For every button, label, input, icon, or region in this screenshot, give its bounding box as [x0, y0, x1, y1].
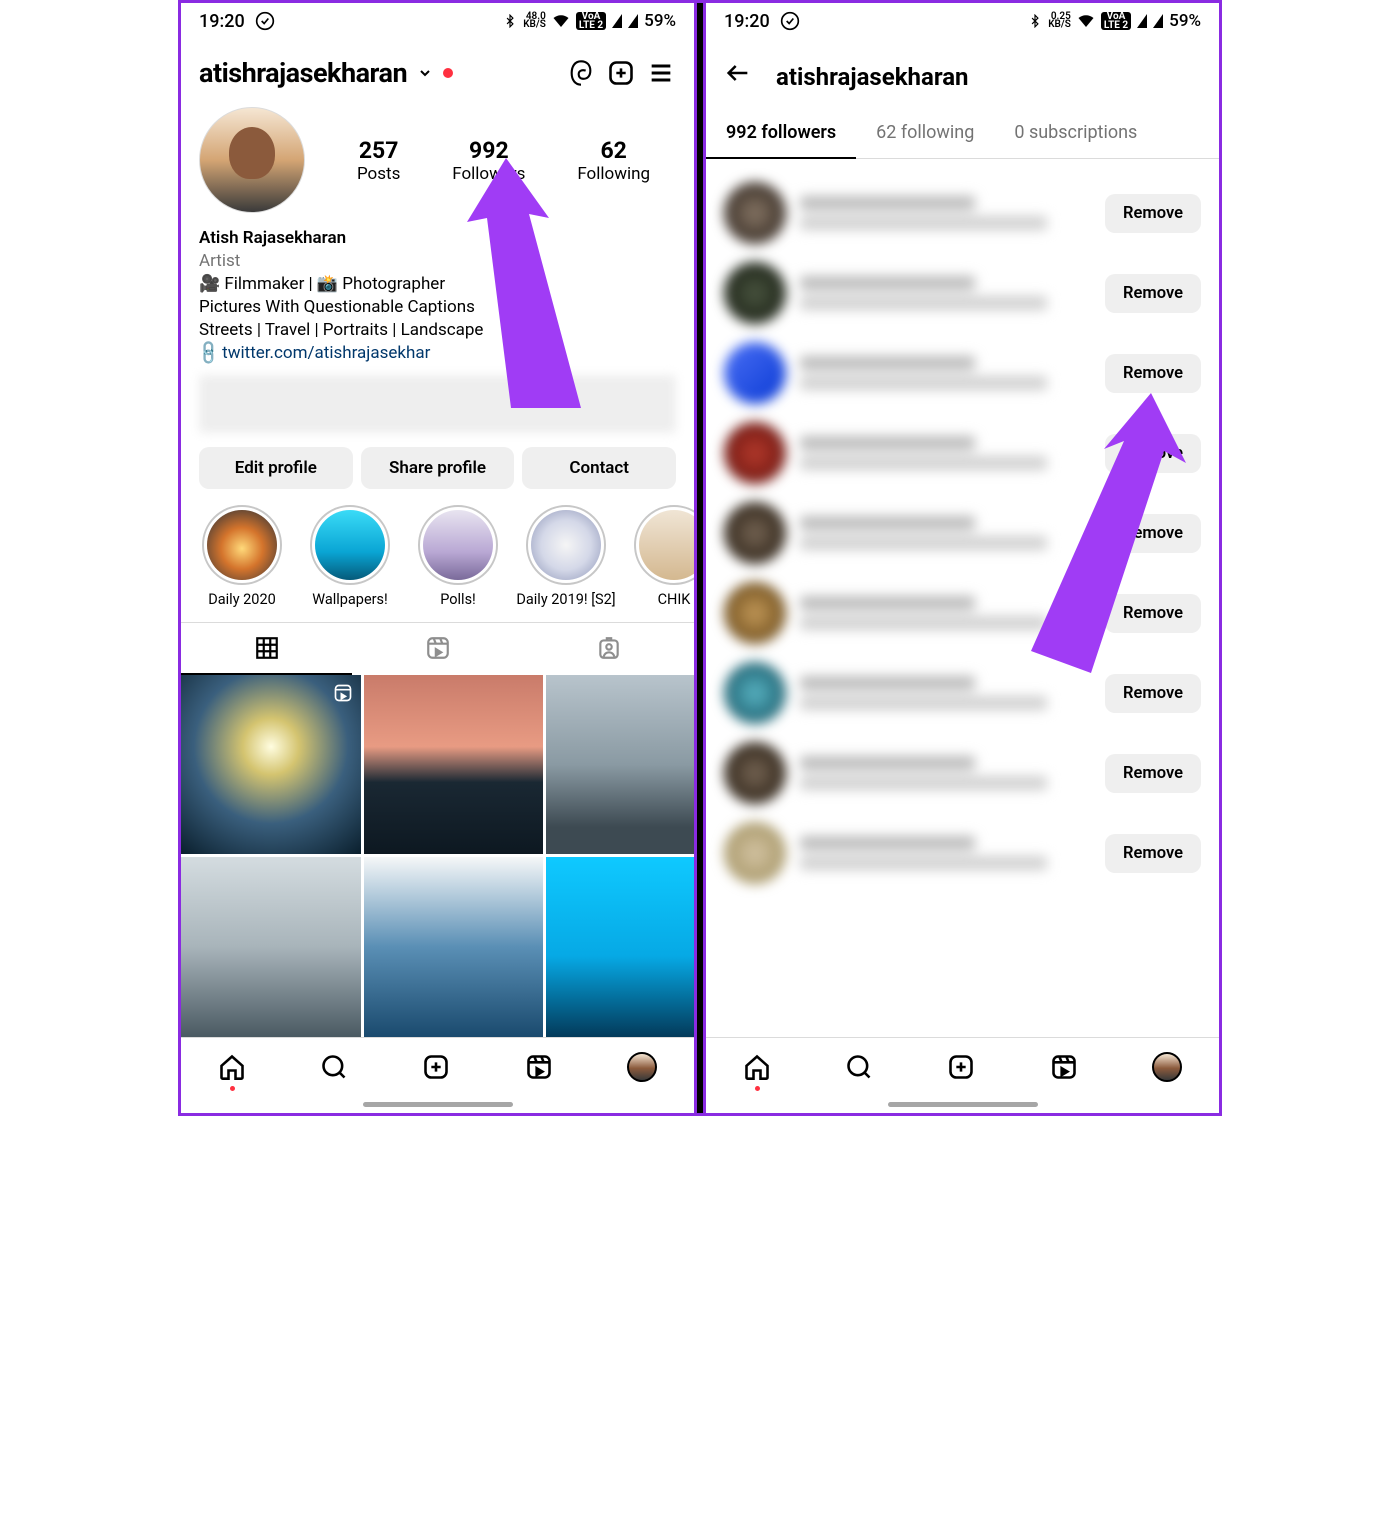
status-time: 19:20 — [199, 11, 245, 32]
tagged-tab[interactable] — [523, 623, 694, 675]
notification-dot — [443, 68, 453, 78]
home-icon[interactable] — [743, 1053, 771, 1081]
remove-button[interactable]: Remove — [1105, 674, 1201, 713]
search-icon[interactable] — [320, 1053, 348, 1081]
signal-icon — [612, 14, 622, 28]
signal-icon — [1137, 14, 1147, 28]
profile-bio: Atish Rajasekharan Artist 🎥 Filmmaker | … — [181, 217, 694, 365]
follower-row[interactable]: Remove — [724, 573, 1201, 653]
profile-nav-icon[interactable] — [627, 1052, 657, 1082]
remove-button[interactable]: Remove — [1105, 594, 1201, 633]
threads-icon[interactable] — [566, 58, 596, 88]
following-stat[interactable]: 62 Following — [577, 137, 650, 184]
check-circle-icon — [255, 11, 275, 31]
highlight-item[interactable]: CHIK — [631, 505, 694, 608]
chevron-down-icon[interactable] — [417, 65, 433, 81]
follower-row[interactable]: Remove — [724, 253, 1201, 333]
edit-profile-button[interactable]: Edit profile — [199, 447, 353, 489]
status-bar: 19:20 48.0KB/S VoALTE 2 59% — [181, 3, 694, 39]
share-profile-button[interactable]: Share profile — [361, 447, 515, 489]
profile-avatar[interactable] — [199, 107, 305, 213]
username-dropdown[interactable]: atishrajasekharan — [199, 57, 407, 89]
highlight-item[interactable]: Wallpapers! — [307, 505, 393, 608]
post-thumbnail[interactable] — [546, 675, 694, 855]
post-thumbnail[interactable] — [181, 857, 361, 1037]
reels-nav-icon[interactable] — [1050, 1053, 1078, 1081]
follower-row[interactable]: Remove — [724, 493, 1201, 573]
follower-row[interactable]: Remove — [724, 733, 1201, 813]
remove-button[interactable]: Remove — [1105, 434, 1201, 473]
follower-row[interactable]: Remove — [724, 333, 1201, 413]
back-icon[interactable] — [724, 59, 752, 94]
battery-percent: 59% — [1169, 11, 1201, 31]
bottom-nav — [706, 1037, 1219, 1095]
highlight-item[interactable]: Daily 2019! [S2] — [523, 505, 609, 608]
follower-row[interactable]: Remove — [724, 413, 1201, 493]
remove-button[interactable]: Remove — [1105, 354, 1201, 393]
remove-button[interactable]: Remove — [1105, 274, 1201, 313]
check-circle-icon — [780, 11, 800, 31]
page-title: atishrajasekharan — [776, 63, 969, 91]
signal-icon — [1153, 14, 1163, 28]
tab-following[interactable]: 62 following — [856, 108, 994, 159]
posts-grid — [181, 675, 694, 1037]
battery-percent: 59% — [644, 11, 676, 31]
remove-button[interactable]: Remove — [1105, 514, 1201, 553]
redacted-content — [199, 375, 676, 433]
bluetooth-icon — [1028, 14, 1042, 28]
followers-list: Remove Remove Remove Remove Remove Remov… — [706, 159, 1219, 1037]
post-thumbnail[interactable] — [364, 857, 544, 1037]
contact-button[interactable]: Contact — [522, 447, 676, 489]
highlight-item[interactable]: Daily 2020 — [199, 505, 285, 608]
profile-link[interactable]: 🔗twitter.com/atishrajasekhar — [199, 342, 676, 365]
search-icon[interactable] — [845, 1053, 873, 1081]
post-thumbnail[interactable] — [546, 857, 694, 1037]
story-highlights: Daily 2020 Wallpapers! Polls! Daily 2019… — [181, 505, 694, 622]
profile-screen: 19:20 48.0KB/S VoALTE 2 59% atishrajasek… — [181, 3, 697, 1113]
wifi-icon — [1077, 12, 1095, 30]
wifi-icon — [552, 12, 570, 30]
create-post-icon[interactable] — [606, 58, 636, 88]
posts-stat[interactable]: 257 Posts — [357, 137, 400, 184]
follower-row[interactable]: Remove — [724, 653, 1201, 733]
create-icon[interactable] — [947, 1053, 975, 1081]
post-thumbnail[interactable] — [364, 675, 544, 855]
remove-button[interactable]: Remove — [1105, 194, 1201, 233]
followers-stat[interactable]: 992 Followers — [452, 137, 525, 184]
gesture-bar — [181, 1095, 694, 1113]
bluetooth-icon — [503, 14, 517, 28]
followers-screen: 19:20 0.25KB/S VoALTE 2 59% atishrajasek… — [703, 3, 1219, 1113]
follower-row[interactable]: Remove — [724, 173, 1201, 253]
bottom-nav — [181, 1037, 694, 1095]
post-thumbnail[interactable] — [181, 675, 361, 855]
gesture-bar — [706, 1095, 1219, 1113]
home-icon[interactable] — [218, 1053, 246, 1081]
grid-tab[interactable] — [181, 623, 352, 675]
create-icon[interactable] — [422, 1053, 450, 1081]
tab-followers[interactable]: 992 followers — [706, 108, 856, 159]
highlight-item[interactable]: Polls! — [415, 505, 501, 608]
profile-nav-icon[interactable] — [1152, 1052, 1182, 1082]
tab-subscriptions[interactable]: 0 subscriptions — [994, 108, 1157, 159]
remove-button[interactable]: Remove — [1105, 834, 1201, 873]
reels-nav-icon[interactable] — [525, 1053, 553, 1081]
signal-icon — [628, 14, 638, 28]
follower-row[interactable]: Remove — [724, 813, 1201, 893]
reels-tab[interactable] — [352, 623, 523, 675]
status-time: 19:20 — [724, 11, 770, 32]
status-bar: 19:20 0.25KB/S VoALTE 2 59% — [706, 3, 1219, 39]
reels-icon — [333, 683, 353, 703]
remove-button[interactable]: Remove — [1105, 754, 1201, 793]
hamburger-menu-icon[interactable] — [646, 58, 676, 88]
